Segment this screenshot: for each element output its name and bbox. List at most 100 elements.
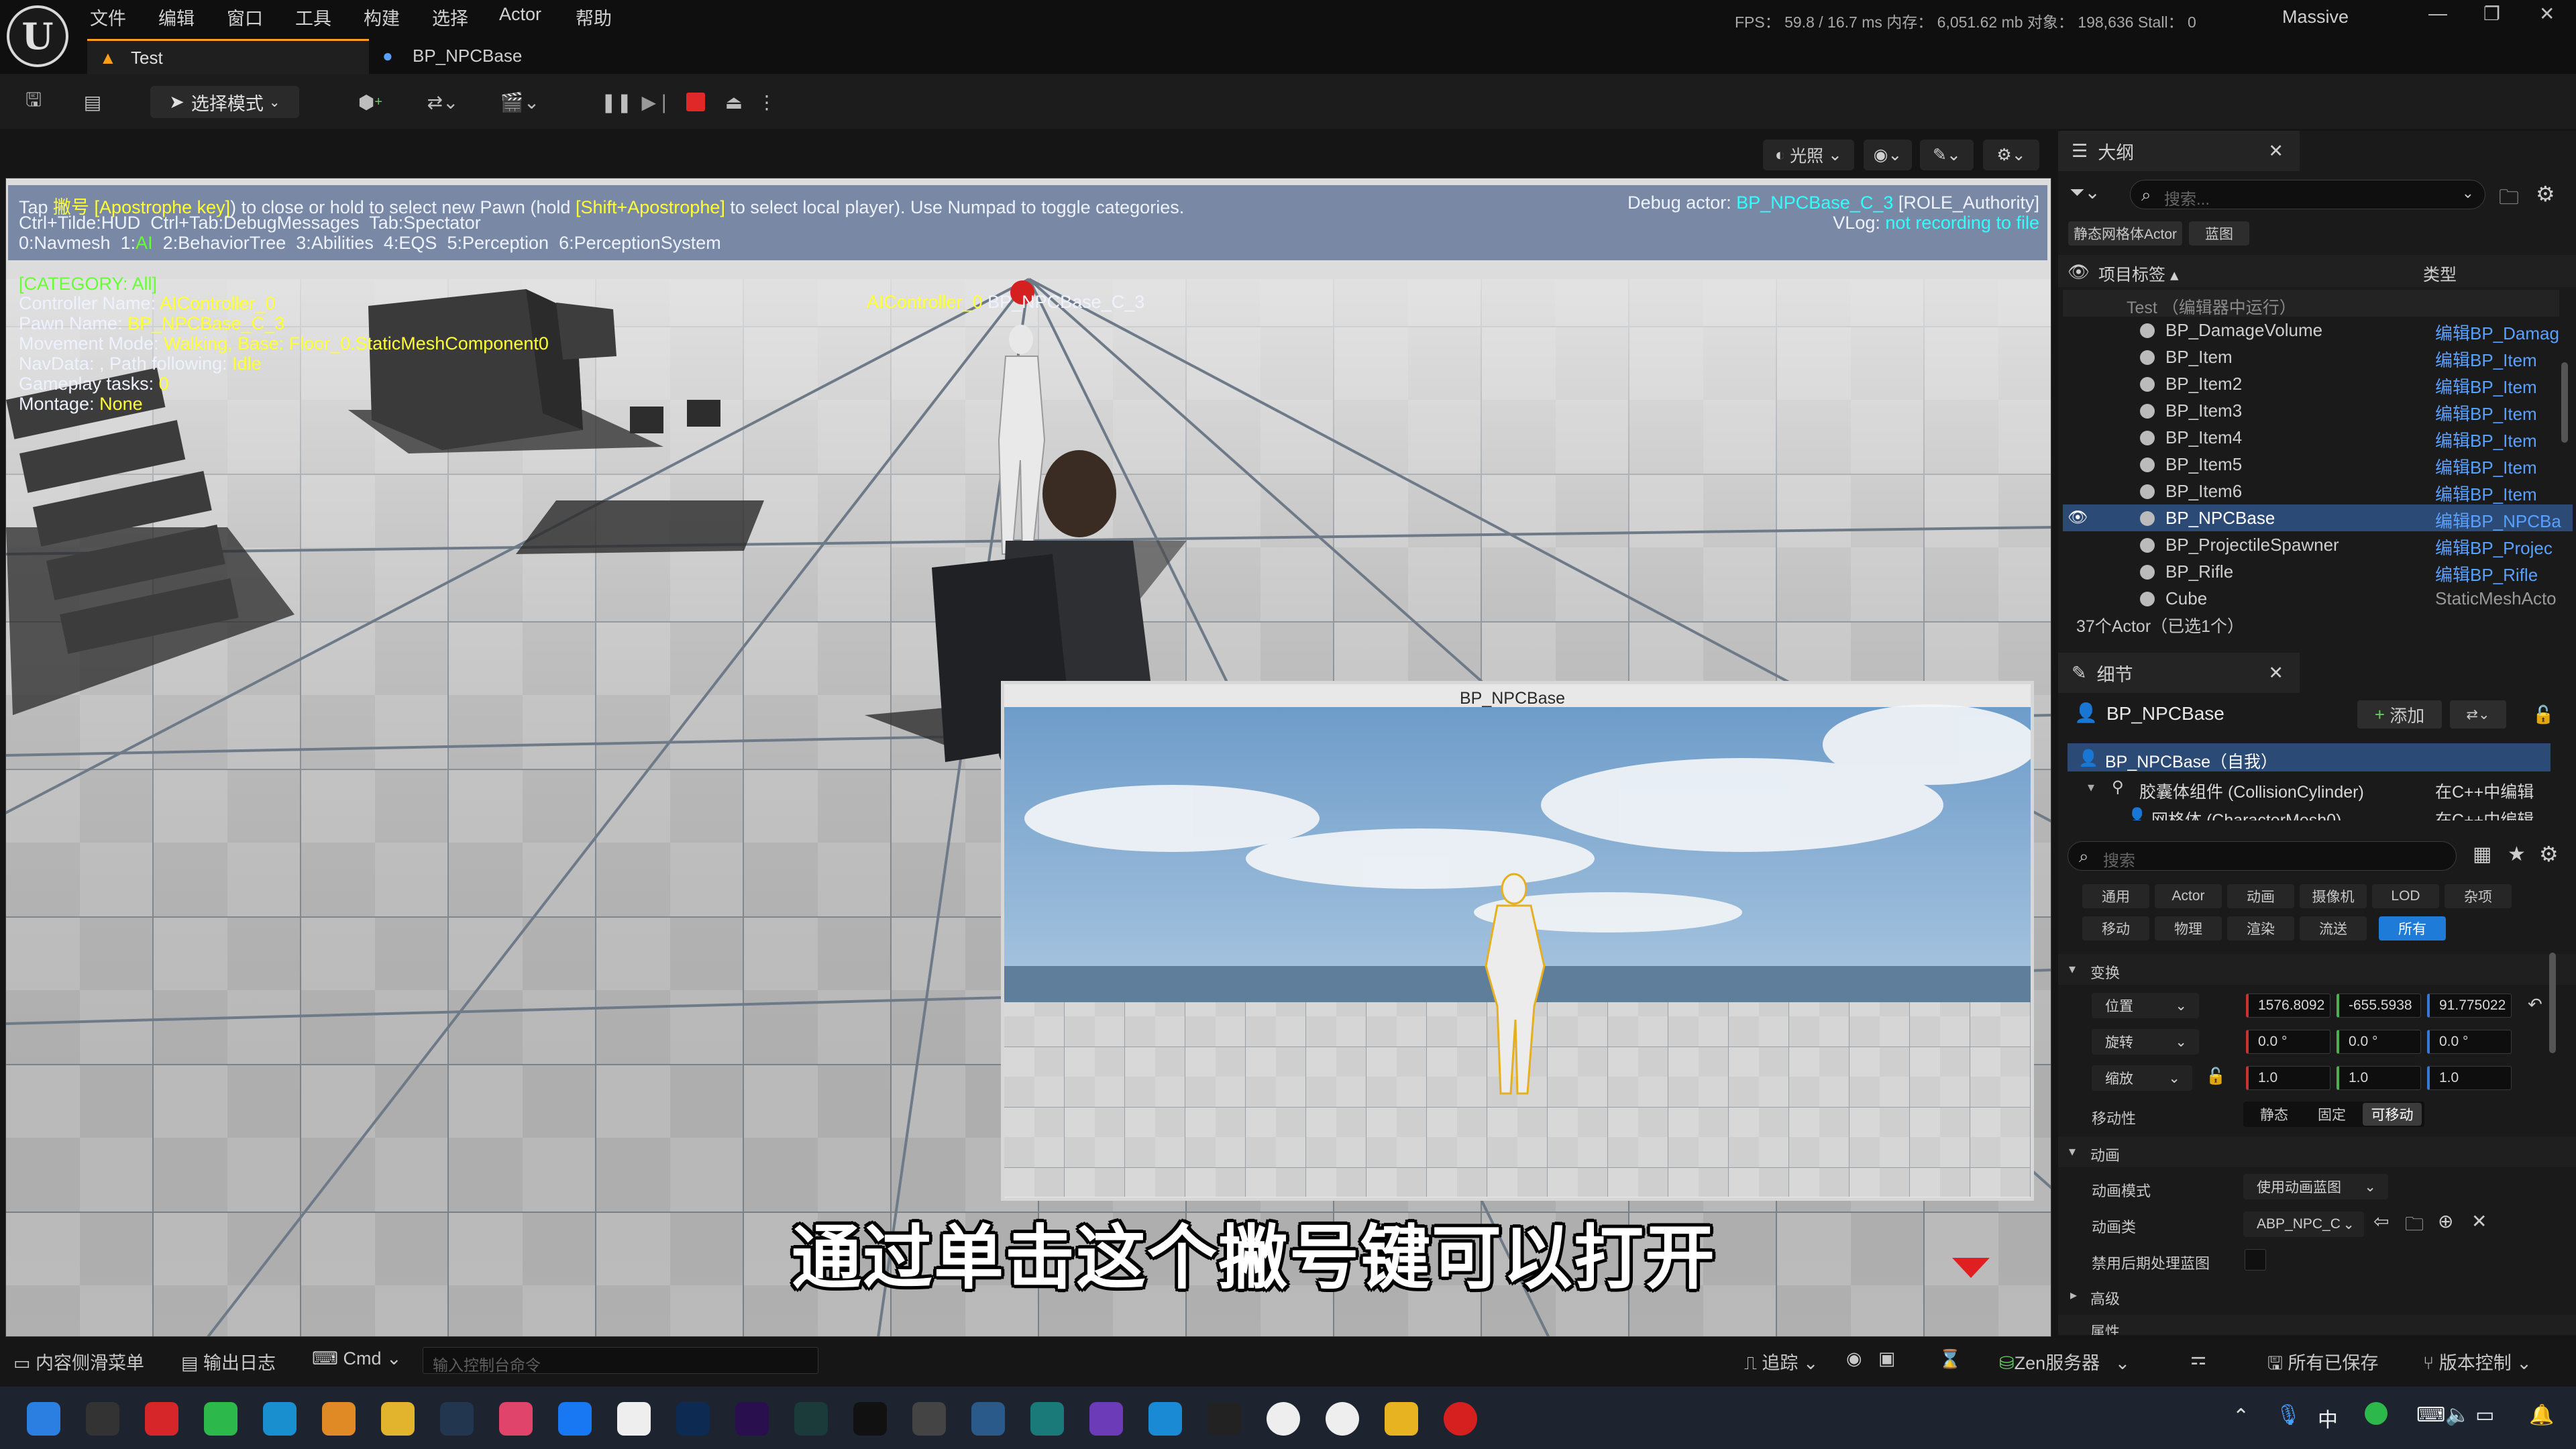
photoshop-icon[interactable] [676,1402,710,1436]
actor-type-link[interactable]: 编辑BP_Item [2435,347,2537,372]
mobility-movable[interactable]: 可移动 [2363,1103,2422,1126]
filter-chip[interactable]: 流送 [2300,916,2367,941]
stop-button[interactable] [680,86,712,118]
meta-icon[interactable] [558,1402,592,1436]
snap-settings-icon[interactable]: ✎⌄ [1920,140,1974,170]
outliner-row[interactable]: 👁 BP_NPCBase 编辑BP_NPCBa [2063,504,2573,531]
filter-chip[interactable]: 杂项 [2445,884,2512,908]
settings-icon[interactable]: ⚙ [2539,841,2559,867]
app-pink-icon[interactable] [499,1402,533,1436]
use-selected-icon[interactable]: ⇦ [2373,1210,2389,1232]
tab-test[interactable]: ▲ Test [87,39,369,74]
outliner-row[interactable]: BP_Item 编辑BP_Item [2063,343,2573,370]
details-tab[interactable]: ✎ 细节 ✕ [2058,653,2300,693]
browse-icon[interactable]: 🗀 [2405,1210,2424,1242]
outliner-row[interactable]: BP_Item5 编辑BP_Item [2063,451,2573,478]
edge-icon[interactable] [263,1402,297,1436]
lock-ratio-icon[interactable]: 🔓 [2206,1067,2226,1086]
outliner-row[interactable]: BP_Item3 编辑BP_Item [2063,397,2573,424]
table-view-icon[interactable]: ▦ [2473,843,2491,866]
rotation-z[interactable]: 0.0 ° [2427,1030,2512,1054]
outliner-row[interactable]: BP_Item2 编辑BP_Item [2063,370,2573,397]
section-animation[interactable]: ▾ 动画 [2058,1136,2576,1167]
actor-type-link[interactable]: 编辑BP_Damag [2435,320,2559,345]
step-button[interactable]: ▶❘ [641,86,673,118]
actor-type-link[interactable]: 编辑BP_Item [2435,454,2537,479]
scale-dropdown[interactable]: 缩放 ⌄ [2092,1065,2192,1091]
unreal-active-icon[interactable] [1326,1402,1359,1436]
component-row[interactable]: ▾ ⚲ 胶囊体组件 (CollisionCylinder) 在C++中编辑 [2068,775,2551,802]
netease-music-icon[interactable] [145,1402,178,1436]
roblox-icon[interactable] [617,1402,651,1436]
console-input[interactable]: 输入控制台命令 [423,1347,818,1374]
visibility-icon[interactable]: 👁 [2068,508,2088,527]
blueprint-menu-icon[interactable]: ⇄⌄ [416,86,470,118]
zen-server-dropdown[interactable]: ⛁Zen服务器 ⌄ [1999,1348,2130,1375]
content-drawer-button[interactable]: ▭ 内容侧滑菜单 [13,1348,144,1375]
outliner-tab[interactable]: ☰ 大纲 ✕ [2058,131,2300,171]
actor-type-link[interactable]: StaticMeshActo [2435,588,2557,609]
location-y[interactable]: -655.5938 [2337,994,2421,1018]
menu-file[interactable]: 文件 [90,4,126,30]
location-z[interactable]: 91.775022 [2427,994,2512,1018]
epic-games-icon[interactable] [1208,1402,1241,1436]
battery-icon[interactable]: ▭ [2475,1403,2494,1427]
actor-type-link[interactable]: 编辑BP_Item [2435,374,2537,398]
rotation-dropdown[interactable]: 旋转 ⌄ [2092,1029,2199,1055]
filter-chip[interactable]: 摄像机 [2300,884,2367,908]
outliner-row[interactable]: BP_DamageVolume 编辑BP_Damag [2063,317,2573,343]
visibility-icon[interactable]: 👁 [2068,262,2090,282]
anim-class-dropdown[interactable]: ABP_NPC_C ⌄ [2243,1212,2364,1237]
cmd-dropdown[interactable]: ⌨ Cmd ⌄ [312,1348,402,1369]
screenshot-icon[interactable]: ▣ [1878,1348,1896,1369]
tab-bp-npcbase[interactable]: ● BP_NPCBase [372,39,654,74]
select-mode-dropdown[interactable]: ➤ 选择模式 ⌄ [150,86,299,118]
hourglass-icon[interactable]: ⌛ [1939,1348,1962,1370]
lock-icon[interactable]: 🔓 [2532,704,2554,725]
trace-dropdown[interactable]: ⎍ 追踪 ⌄ [1744,1348,1819,1375]
new-folder-icon[interactable]: 🗀 [2499,182,2519,217]
outliner-scrollbar[interactable] [2561,362,2568,443]
add-actor-icon[interactable]: ⬢ + [343,86,397,118]
start-icon[interactable] [27,1402,60,1436]
star-icon[interactable]: ★ [2508,843,2526,866]
edit-in-cpp[interactable]: 在C++中编辑 [2435,779,2534,803]
volume-icon[interactable]: 🔈 [2445,1403,2470,1427]
filter-blueprint[interactable]: 蓝图 [2189,221,2249,246]
scale-y[interactable]: 1.0 [2337,1066,2421,1090]
menu-actor[interactable]: Actor [499,4,541,25]
filter-chip[interactable]: 移动 [2082,916,2149,941]
reset-icon[interactable]: ↶ [2528,994,2542,1015]
microphone-icon[interactable]: 🎙 [2275,1403,2301,1427]
blueprint-options-icon[interactable]: ⇄⌄ [2450,700,2506,729]
menu-tools[interactable]: 工具 [295,4,331,30]
close-icon[interactable]: ✕ [2268,663,2284,684]
tray-chevron-icon[interactable]: ⌃ [2233,1405,2249,1428]
settings-icon[interactable]: ⚙ [2536,181,2555,207]
component-self-row[interactable]: 👤 BP_NPCBase（自我） [2068,743,2551,771]
content-browser-icon[interactable]: ▤ [74,86,111,118]
location-x[interactable]: 1576.8092 [2246,994,2330,1018]
wechat-tray-icon[interactable] [2365,1402,2387,1425]
actor-type-link[interactable]: 编辑BP_Rifle [2435,561,2538,586]
save-all-button[interactable]: 🖫 所有已保存 [2267,1348,2379,1381]
section-advanced[interactable]: ▸ 高级 [2058,1280,2576,1311]
recorder-icon[interactable] [1444,1402,1477,1436]
outliner-row[interactable]: Cube StaticMeshActo [2063,585,2573,612]
scale-z[interactable]: 1.0 [2427,1066,2512,1090]
details-scrollbar[interactable] [2549,953,2556,1053]
mobility-static[interactable]: 静态 [2246,1103,2302,1126]
clear-icon[interactable]: ✕ [2471,1210,2487,1232]
column-label[interactable]: 项目标签 ▴ [2098,262,2179,286]
menu-build[interactable]: 构建 [364,4,400,30]
steam-icon[interactable] [440,1402,474,1436]
explorer-icon[interactable] [1385,1402,1418,1436]
pause-button[interactable]: ❚❚ [600,86,633,118]
record-icon[interactable]: ◉ [1846,1348,1862,1369]
column-type[interactable]: 类型 [2423,262,2457,286]
filter-icon[interactable]: ⏷⌄ [2070,181,2100,204]
ime-indicator[interactable]: 中 [2318,1403,2338,1433]
outliner-row[interactable]: BP_Item6 编辑BP_Item [2063,478,2573,504]
add-icon[interactable]: ⊕ [2438,1210,2453,1232]
component-row[interactable]: 👤 网格体 (CharacterMesh0) 在C++中编辑 [2068,802,2551,820]
